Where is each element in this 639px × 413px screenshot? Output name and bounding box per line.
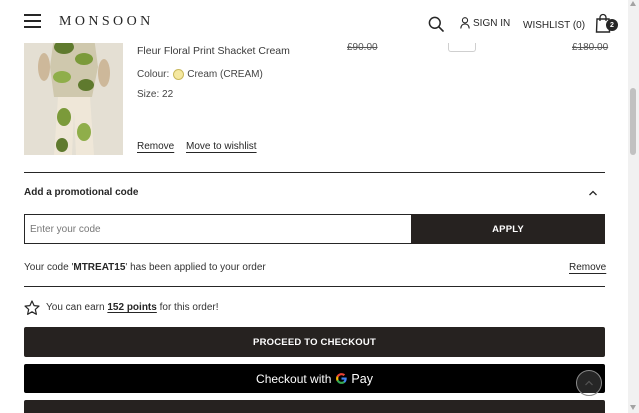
sign-in-label: SIGN IN <box>473 18 511 29</box>
product-size: Size: 22 <box>137 89 174 100</box>
move-to-wishlist-link[interactable]: Move to wishlist <box>186 141 257 152</box>
points-prefix: You can earn <box>46 302 105 313</box>
scrollbar-thumb[interactable] <box>630 88 636 155</box>
points-message: You can earn 152 points for this order! <box>46 302 219 313</box>
divider <box>24 286 605 287</box>
menu-icon[interactable] <box>24 14 41 28</box>
chevron-up-icon[interactable] <box>588 188 598 198</box>
bag-count-badge: 2 <box>606 19 618 31</box>
remove-item-link[interactable]: Remove <box>137 141 174 152</box>
chevron-up-icon <box>585 380 593 386</box>
gpay-pay-text: Pay <box>351 371 373 386</box>
applied-code: MTREAT15 <box>73 262 126 273</box>
item-old-price: £90.00 <box>347 42 378 53</box>
remove-promo-link[interactable]: Remove <box>569 262 606 273</box>
scroll-down-icon[interactable] <box>630 405 636 410</box>
applied-suffix: ' has been applied to your order <box>125 262 266 273</box>
apply-button[interactable]: APPLY <box>411 214 605 244</box>
gpay-label: Checkout with <box>256 371 332 386</box>
user-icon <box>460 17 470 29</box>
google-pay-button[interactable]: Checkout with Pay <box>24 364 605 393</box>
item-old-total: £180.00 <box>572 42 609 53</box>
site-header: MONSOON SIGN IN WISHLIST (0) 2 <box>0 0 628 43</box>
star-icon <box>24 300 40 315</box>
divider <box>24 172 605 173</box>
points-link[interactable]: 152 points <box>107 302 156 313</box>
promo-code-header[interactable]: Add a promotional code <box>24 187 138 198</box>
promo-code-input[interactable] <box>24 214 411 244</box>
google-g-icon <box>335 372 348 385</box>
product-colour: Colour: Cream (CREAM) <box>137 69 263 80</box>
proceed-to-checkout-button[interactable]: PROCEED TO CHECKOUT <box>24 327 605 357</box>
product-name[interactable]: Fleur Floral Print Shacket Cream <box>137 45 290 57</box>
product-image[interactable] <box>24 37 123 155</box>
monsoon-logo[interactable]: MONSOON <box>59 14 154 30</box>
sign-in-link[interactable]: SIGN IN <box>460 17 510 29</box>
applied-prefix: Your code ' <box>24 262 74 273</box>
scrollbar[interactable] <box>628 0 639 413</box>
back-to-top-button[interactable] <box>576 370 602 396</box>
basket-page: Fleur Floral Print Shacket Cream Colour:… <box>0 0 628 413</box>
paypal-button[interactable] <box>24 400 605 413</box>
points-suffix: for this order! <box>159 302 219 313</box>
colour-value: Cream (CREAM) <box>187 69 263 80</box>
wishlist-link[interactable]: WISHLIST (0) <box>523 20 585 31</box>
scroll-up-icon[interactable] <box>630 1 636 6</box>
colour-label: Colour: <box>137 69 170 80</box>
search-icon[interactable] <box>428 16 444 32</box>
colour-swatch <box>173 69 185 80</box>
promo-applied-message: Your code 'MTREAT15' has been applied to… <box>24 262 266 273</box>
